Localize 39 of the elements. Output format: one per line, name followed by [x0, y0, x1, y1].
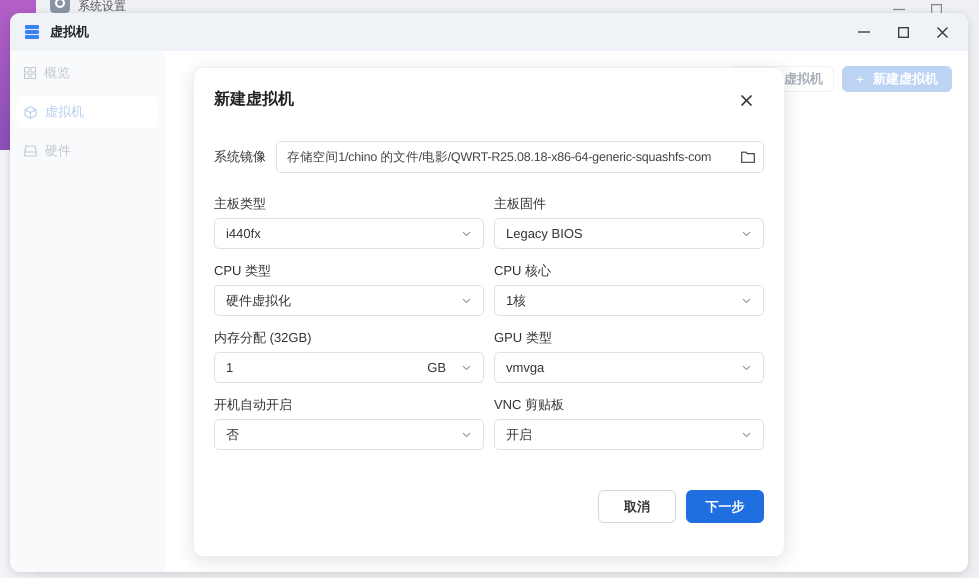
- chevron-down-icon: [742, 230, 751, 236]
- select-field[interactable]: 1 GB: [214, 352, 484, 383]
- select-field[interactable]: 硬件虚拟化: [214, 285, 484, 316]
- chevron-down-icon: [742, 432, 751, 438]
- select-field[interactable]: vmvga: [494, 352, 764, 383]
- chevron-down-icon: [742, 364, 751, 370]
- chevron-down-icon: [462, 432, 471, 438]
- dialog-title: 新建虚拟机: [214, 89, 294, 110]
- chevron-down-icon: [462, 364, 471, 370]
- folder-icon[interactable]: [741, 151, 755, 163]
- select-field[interactable]: 1核: [494, 285, 764, 316]
- image-path-field[interactable]: 存储空间1/chino 的文件/电影/QWRT-R25.08.18-x86-64-generic-squashfs-com: [276, 141, 764, 173]
- field-label: CPU 核心: [494, 263, 552, 279]
- field-label: VNC 剪贴板: [494, 397, 566, 413]
- server-icon: [24, 24, 40, 40]
- chevron-down-icon: [462, 298, 471, 304]
- drive-icon: [24, 145, 37, 157]
- select-field[interactable]: Legacy BIOS: [494, 218, 764, 249]
- close-icon[interactable]: [937, 26, 948, 38]
- next-button[interactable]: 下一步: [686, 490, 764, 523]
- chevron-down-icon: [462, 230, 471, 236]
- window-title: 虚拟机: [50, 23, 89, 42]
- field-label: GPU 类型: [494, 330, 553, 346]
- field-label: 主板固件: [494, 196, 547, 212]
- select-field[interactable]: 否: [214, 419, 484, 450]
- field-label: CPU 类型: [214, 263, 272, 279]
- cancel-button[interactable]: 取消: [598, 490, 676, 523]
- field-label: 主板类型: [214, 196, 267, 212]
- background-window-title: 系统设置: [78, 0, 126, 13]
- maximize-icon[interactable]: [898, 26, 909, 38]
- field-label: 系统镜像: [214, 148, 266, 166]
- close-icon[interactable]: [741, 94, 752, 106]
- select-field[interactable]: 开启: [494, 419, 764, 450]
- grid-icon: [24, 67, 36, 79]
- field-label: 内存分配 (32GB): [214, 330, 313, 346]
- select-field[interactable]: i440fx: [214, 218, 484, 249]
- chevron-down-icon: [742, 298, 751, 304]
- field-label: 开机自动开启: [214, 397, 293, 413]
- cube-icon: [24, 106, 37, 118]
